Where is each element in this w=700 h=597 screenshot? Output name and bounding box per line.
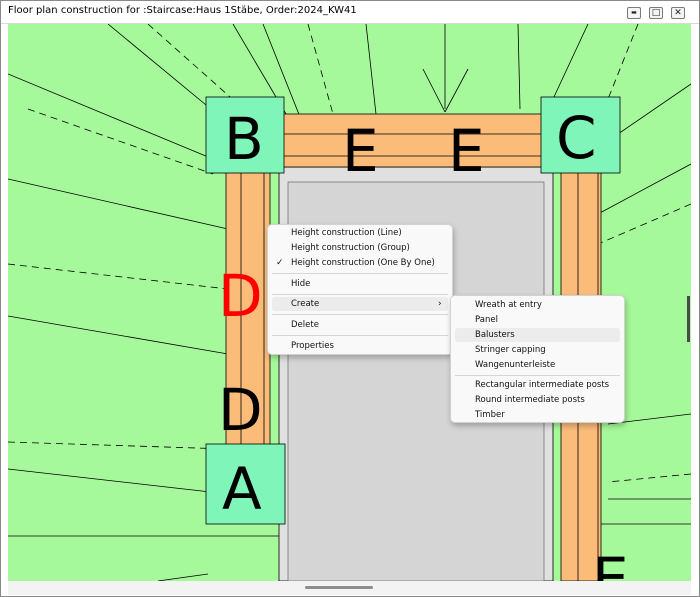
menu-item-create[interactable]: Create ›	[272, 297, 448, 311]
tread-line	[8, 468, 229, 495]
tread-line	[517, 24, 521, 110]
tread-line	[607, 473, 691, 483]
menu-item-delete[interactable]: Delete	[272, 318, 448, 332]
submenu-item-label: Wreath at entry	[475, 300, 542, 310]
menu-item-height-construction-line[interactable]: Height construction (Line)	[272, 226, 448, 240]
tread-line	[8, 315, 229, 355]
maximize-button[interactable]: □	[649, 7, 663, 19]
tread-line	[8, 441, 229, 450]
tread-line	[147, 24, 239, 105]
tread-line	[8, 263, 229, 290]
create-submenu: Wreath at entry Panel Balusters Stringer…	[450, 295, 625, 423]
horizontal-scrollbar-thumb[interactable]	[305, 586, 373, 589]
menu-separator	[272, 273, 448, 274]
tread-line	[8, 73, 214, 160]
checkmark-icon: ✓	[276, 258, 284, 268]
minimize-icon: ▬	[631, 9, 637, 16]
tread-line	[444, 68, 469, 113]
menu-separator	[455, 375, 620, 376]
menu-separator	[272, 294, 448, 295]
post-label-c: C	[556, 104, 597, 172]
menu-item-label: Height construction (Line)	[291, 228, 402, 238]
menu-item-height-construction-group[interactable]: Height construction (Group)	[272, 241, 448, 255]
submenu-item-label: Panel	[475, 315, 498, 325]
tread-line	[365, 24, 377, 115]
stringer-label-e1: E	[342, 117, 379, 185]
stringer-top[interactable]	[269, 113, 559, 168]
submenu-item-label: Round intermediate posts	[475, 395, 585, 405]
submenu-item-label: Rectangular intermediate posts	[475, 380, 610, 390]
submenu-item-rectangular-intermediate-posts[interactable]: Rectangular intermediate posts	[455, 378, 620, 392]
window-title: Floor plan construction for :Staircase:H…	[8, 5, 357, 16]
menu-item-label: Delete	[291, 320, 319, 330]
horizontal-scrollbar[interactable]	[8, 581, 691, 595]
menu-separator	[272, 314, 448, 315]
submenu-item-round-intermediate-posts[interactable]: Round intermediate posts	[455, 393, 620, 407]
maximize-icon: □	[651, 8, 661, 18]
submenu-item-wangenunterleiste[interactable]: Wangenunterleiste	[455, 358, 620, 372]
menu-item-properties[interactable]: Properties	[272, 339, 448, 353]
stringer-label-d-selected: D	[218, 262, 263, 330]
tread-line	[8, 178, 229, 230]
tread-line	[422, 68, 446, 113]
post-label-b: B	[224, 105, 264, 173]
app-window: Floor plan construction for :Staircase:H…	[0, 0, 700, 597]
submenu-item-stringer-capping[interactable]: Stringer capping	[455, 343, 620, 357]
tread-line	[307, 24, 334, 115]
stringer-label-e2: E	[448, 117, 485, 185]
submenu-item-timber[interactable]: Timber	[455, 408, 620, 422]
menu-item-label: Hide	[291, 279, 311, 289]
submenu-item-wreath-at-entry[interactable]: Wreath at entry	[455, 298, 620, 312]
close-button[interactable]: ✕	[671, 7, 685, 19]
title-bar[interactable]: Floor plan construction for :Staircase:H…	[1, 1, 699, 24]
submenu-item-label: Balusters	[475, 330, 515, 340]
submenu-item-balusters[interactable]: Balusters	[455, 328, 620, 342]
submenu-item-label: Stringer capping	[475, 345, 546, 355]
menu-item-height-construction-one-by-one[interactable]: ✓ Height construction (One By One)	[272, 256, 448, 270]
tread-line	[27, 108, 214, 175]
menu-item-label: Properties	[291, 341, 334, 351]
tread-line	[157, 573, 209, 581]
menu-item-label: Create	[291, 299, 320, 309]
menu-item-label: Height construction (One By One)	[291, 258, 435, 268]
tread-line	[597, 203, 691, 245]
submenu-arrow-icon: ›	[438, 299, 442, 309]
post-label-a: A	[222, 455, 262, 523]
submenu-item-panel[interactable]: Panel	[455, 313, 620, 327]
menu-item-label: Height construction (Group)	[291, 243, 410, 253]
close-icon: ✕	[674, 8, 682, 18]
submenu-item-label: Timber	[475, 410, 505, 420]
vertical-scrollbar-thumb[interactable]	[687, 296, 690, 342]
tread-line	[617, 83, 691, 135]
submenu-item-label: Wangenunterleiste	[475, 360, 556, 370]
minimize-button[interactable]: ▬	[627, 7, 641, 19]
menu-item-hide[interactable]: Hide	[272, 277, 448, 291]
menu-separator	[272, 335, 448, 336]
stringer-label-d: D	[218, 376, 263, 444]
context-menu: Height construction (Line) Height constr…	[267, 224, 453, 355]
stringer-label-e3: E	[592, 545, 629, 581]
